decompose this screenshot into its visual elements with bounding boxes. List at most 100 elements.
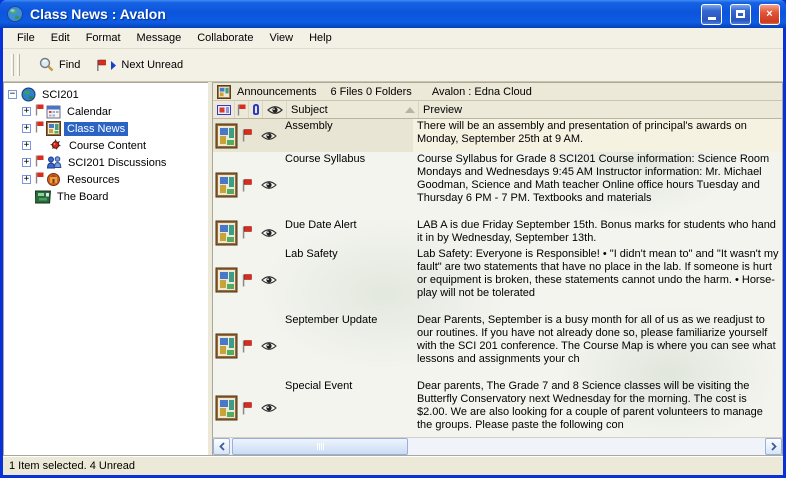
menu-collaborate[interactable]: Collaborate (189, 30, 261, 46)
chevron-left-icon (219, 442, 225, 451)
message-row-due-date-alert[interactable]: Due Date Alert LAB A is due Friday Septe… (213, 218, 782, 247)
scroll-right-button[interactable] (765, 438, 782, 455)
board-icon (35, 190, 51, 204)
minimize-button[interactable] (701, 4, 722, 25)
close-button[interactable]: × (759, 4, 780, 25)
message-type-column-icon[interactable] (213, 101, 235, 118)
subject-column-label: Subject (291, 104, 328, 116)
menu-format[interactable]: Format (78, 30, 129, 46)
expand-icon[interactable]: + (22, 124, 31, 133)
tree-item-calendar[interactable]: + Calendar (4, 103, 208, 120)
unread-flag-icon (242, 402, 252, 415)
application-window: Class News : Avalon × File Edit Format M… (0, 0, 786, 478)
toolbar-grip[interactable] (11, 54, 14, 76)
read-eye-icon (257, 379, 281, 437)
read-column-icon[interactable] (263, 101, 287, 118)
preview-column-header[interactable]: Preview (419, 104, 782, 116)
message-icon-cell (213, 247, 257, 313)
panel-location: Avalon : Edna Cloud (432, 86, 532, 98)
next-unread-button[interactable]: Next Unread (88, 56, 191, 75)
read-eye-icon (257, 152, 281, 218)
tree-item-label[interactable]: Course Content (66, 139, 149, 153)
message-subject[interactable]: Course Syllabus (281, 152, 413, 218)
message-preview[interactable]: There will be an assembly and presentati… (413, 119, 782, 152)
tree-item-label[interactable]: SCI201 Discussions (65, 156, 169, 170)
sort-ascending-icon (405, 107, 415, 113)
next-unread-label: Next Unread (121, 59, 183, 71)
horizontal-scrollbar[interactable] (213, 437, 782, 455)
scrollbar-track[interactable] (230, 438, 765, 455)
minimize-icon (708, 17, 716, 20)
unread-flag-icon (35, 104, 44, 119)
message-subject[interactable]: Special Event (281, 379, 413, 437)
tree-item-sci201[interactable]: − SCI201 (4, 86, 208, 103)
toolbar-grip[interactable] (17, 54, 20, 76)
scroll-left-button[interactable] (213, 438, 230, 455)
message-icon-cell (213, 152, 257, 218)
message-preview[interactable]: Dear Parents, September is a busy month … (413, 313, 782, 379)
expand-icon[interactable]: + (22, 107, 31, 116)
unread-flag-icon (242, 179, 252, 192)
subject-column-header[interactable]: Subject (287, 101, 419, 118)
expand-icon[interactable]: + (22, 175, 31, 184)
tree-item-label[interactable]: SCI201 (39, 88, 82, 102)
scrollbar-thumb[interactable] (232, 438, 408, 455)
folder-tree: − SCI201 + Calendar + (3, 82, 208, 456)
read-eye-icon (257, 313, 281, 379)
tree-item-the-board[interactable]: The Board (4, 188, 208, 205)
calendar-icon (46, 104, 61, 119)
menu-edit[interactable]: Edit (43, 30, 78, 46)
collapse-icon[interactable]: − (8, 90, 17, 99)
menu-view[interactable]: View (261, 30, 301, 46)
globe-icon (21, 87, 36, 102)
message-subject[interactable]: Lab Safety (281, 247, 413, 313)
message-icon-cell (213, 379, 257, 437)
tree-item-class-news[interactable]: + Class News (4, 120, 208, 137)
search-icon (38, 57, 55, 73)
unread-flag-icon (35, 155, 44, 170)
message-icon-cell (213, 313, 257, 379)
resources-icon (46, 172, 61, 187)
find-button[interactable]: Find (30, 54, 88, 76)
message-preview[interactable]: Dear parents, The Grade 7 and 8 Science … (413, 379, 782, 437)
maximize-button[interactable] (730, 4, 751, 25)
message-subject[interactable]: Assembly (281, 119, 413, 152)
expand-icon[interactable]: + (22, 158, 31, 167)
message-row-course-syllabus[interactable]: Course Syllabus Course Syllabus for Grad… (213, 152, 782, 218)
message-subject[interactable]: Due Date Alert (281, 218, 413, 247)
attachment-column-icon[interactable] (249, 101, 263, 118)
message-preview[interactable]: Course Syllabus for Grade 8 SCI201 Cours… (413, 152, 782, 218)
read-eye-icon (257, 247, 281, 313)
title-bar[interactable]: Class News : Avalon × (0, 0, 786, 28)
tree-item-label[interactable]: Resources (64, 173, 123, 187)
tree-item-course-content[interactable]: + Course Content (4, 137, 208, 154)
column-header: Subject Preview (213, 101, 782, 119)
message-row-september-update[interactable]: September Update Dear Parents, September… (213, 313, 782, 379)
window-title: Class News : Avalon (30, 6, 693, 22)
status-text: 1 Item selected. 4 Unread (9, 460, 135, 472)
tree-item-label-selected[interactable]: Class News (64, 122, 128, 136)
menu-file[interactable]: File (9, 30, 43, 46)
read-eye-icon (257, 119, 281, 152)
announcements-icon (217, 85, 231, 99)
unread-flag-icon (242, 129, 252, 142)
panel-counts: 6 Files 0 Folders (331, 86, 412, 98)
message-row-lab-safety[interactable]: Lab Safety Lab Safety: Everyone is Respo… (213, 247, 782, 313)
expand-icon[interactable]: + (22, 141, 31, 150)
tree-item-discussions[interactable]: + SCI201 Discussions (4, 154, 208, 171)
message-preview[interactable]: Lab Safety: Everyone is Responsible! • "… (413, 247, 782, 313)
message-subject[interactable]: September Update (281, 313, 413, 379)
menu-message[interactable]: Message (129, 30, 190, 46)
tree-item-label[interactable]: The Board (54, 190, 111, 204)
message-row-special-event[interactable]: Special Event Dear parents, The Grade 7 … (213, 379, 782, 437)
tree-item-resources[interactable]: + Resources (4, 171, 208, 188)
message-row-assembly[interactable]: Assembly There will be an assembly and p… (213, 119, 782, 152)
course-content-icon (48, 138, 63, 153)
toolbar: Find Next Unread (3, 49, 783, 82)
message-icon-cell (213, 119, 257, 152)
flag-column-icon[interactable] (235, 101, 249, 118)
tree-item-label[interactable]: Calendar (64, 105, 115, 119)
message-preview[interactable]: LAB A is due Friday September 15th. Bonu… (413, 218, 782, 247)
chevron-right-icon (771, 442, 777, 451)
menu-help[interactable]: Help (301, 30, 340, 46)
